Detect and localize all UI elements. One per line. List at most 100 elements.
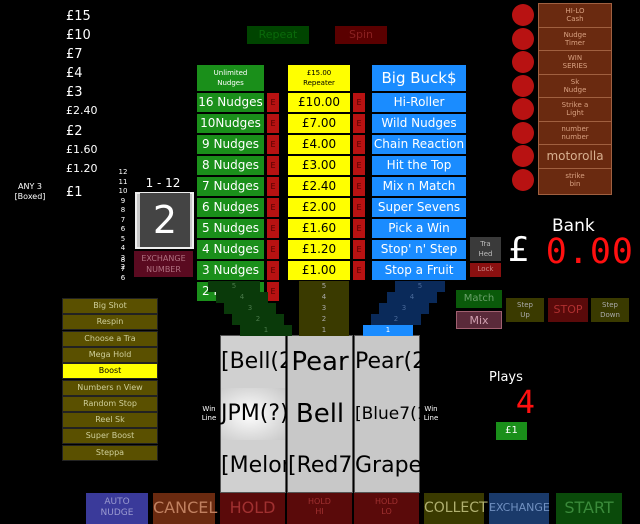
feature-list-4[interactable]: Boost — [62, 363, 158, 380]
step-down-button[interactable]: Step Down — [591, 298, 629, 322]
nudge-option-1[interactable]: 10Nudges — [196, 113, 265, 134]
cash-option-1[interactable]: £7.00 — [287, 113, 351, 134]
stake-button[interactable]: £1 — [496, 422, 527, 440]
feature-option-2[interactable]: Chain Reaction — [371, 134, 467, 155]
auto-nudge-line1: AUTO — [104, 497, 130, 507]
number-ladder-2: 10 — [118, 187, 128, 195]
cash-option-0[interactable]: £10.00 — [287, 92, 351, 113]
prize-6: £2 — [66, 124, 83, 139]
feature-option-1[interactable]: Wild Nudges — [371, 113, 467, 134]
reel-1: [Bell(2)] JPM(?) [Melon] — [220, 335, 310, 493]
nudge-option-4[interactable]: 7 Nudges — [196, 176, 265, 197]
cash-lamp-8: E — [352, 260, 366, 281]
start-button[interactable]: START — [556, 493, 622, 524]
match-button[interactable]: Match — [456, 290, 502, 308]
bank-currency: £ — [508, 230, 530, 270]
cash-lamp-3: E — [352, 155, 366, 176]
feature-list-5[interactable]: Numbers n View — [62, 379, 158, 396]
cash-option-7[interactable]: £1.20 — [287, 239, 351, 260]
feature-list-9[interactable]: Steppa — [62, 444, 158, 461]
nudge_steps_right-1: 4 — [387, 292, 437, 303]
right-panel-item-7[interactable]: strike bin — [538, 167, 612, 195]
nudge-option-2[interactable]: 9 Nudges — [196, 134, 265, 155]
win-line-right-2: Line — [423, 414, 439, 422]
cash-option-6[interactable]: £1.60 — [287, 218, 351, 239]
lock-button[interactable]: Lock — [470, 263, 501, 277]
mix-button[interactable]: Mix — [456, 311, 502, 329]
feature-option-6[interactable]: Pick a Win — [371, 218, 467, 239]
reel-2: Pear Bell [Red7] — [287, 335, 361, 493]
win-line-right: Win Line — [421, 405, 441, 423]
one-to-twelve-label: 1 - 12 — [145, 176, 181, 190]
hold-lo-button[interactable]: HOLD LO — [354, 493, 419, 524]
reel-3-bot: Grapes — [355, 453, 434, 478]
right-panel-lamp-1 — [512, 27, 534, 50]
feature-list-7[interactable]: Reel Sk — [62, 412, 158, 429]
nudge-option-3[interactable]: 8 Nudges — [196, 155, 265, 176]
hold-hi-button[interactable]: HOLD HI — [287, 493, 352, 524]
reel-3-mid: [Blue7(1)] — [355, 404, 441, 424]
nudge_steps_mid-1: 4 — [299, 292, 349, 303]
prize-2: £7 — [66, 47, 83, 62]
win-line-left: Win Line — [199, 405, 219, 423]
cancel-button[interactable]: CANCEL — [153, 493, 217, 524]
step-up-button[interactable]: Step Up — [506, 298, 544, 322]
cash-option-8[interactable]: £1.00 — [287, 260, 351, 281]
feature-option-5[interactable]: Super Sevens — [371, 197, 467, 218]
cash-lamp-5: E — [352, 197, 366, 218]
feature-option-3[interactable]: Hit the Top — [371, 155, 467, 176]
nudge-option-6[interactable]: 5 Nudges — [196, 218, 265, 239]
cash-option-4[interactable]: £2.40 — [287, 176, 351, 197]
feature-option-8[interactable]: Stop a Fruit — [371, 260, 467, 281]
big-bucks-header: Big Buck$ — [371, 64, 467, 92]
repeater-amount: £15.00 — [306, 69, 332, 77]
nudge-option-7[interactable]: 4 Nudges — [196, 239, 265, 260]
nudge-lamp-2: E — [266, 134, 280, 155]
nudge_steps_right-0: 5 — [395, 281, 445, 292]
nudge_steps_left-0: 5 — [208, 281, 260, 292]
cash-option-3[interactable]: £3.00 — [287, 155, 351, 176]
cash-lamp-6: E — [352, 218, 366, 239]
feature-option-0[interactable]: Hi-Roller — [371, 92, 467, 113]
win-line-right-1: Win — [424, 405, 438, 413]
prize-1: £10 — [66, 28, 91, 43]
transfer-button[interactable]: Tra Hed — [470, 237, 501, 261]
hold-lo-line2: LO — [381, 507, 392, 516]
hold-button[interactable]: HOLD — [220, 493, 285, 524]
repeat-button[interactable]: Repeat — [247, 26, 309, 44]
nudge-option-5[interactable]: 6 Nudges — [196, 197, 265, 218]
nudge-option-0[interactable]: 16 Nudges — [196, 92, 265, 113]
exchange-button[interactable]: EXCHANGE — [489, 493, 550, 524]
collect-button[interactable]: COLLECT — [424, 493, 488, 524]
auto-nudge-line2: NUDGE — [100, 508, 134, 518]
right-panel-lamp-0 — [512, 4, 534, 26]
feature-option-7[interactable]: Stop' n' Step — [371, 239, 467, 260]
feature-list-2[interactable]: Choose a Tra — [62, 330, 158, 347]
feature-option-4[interactable]: Mix n Match — [371, 176, 467, 197]
any3-line2: [Boxed] — [14, 192, 46, 201]
nudge_steps_left-1: 4 — [216, 292, 268, 303]
nudge-lamp-6: E — [266, 218, 280, 239]
spin-button[interactable]: Spin — [335, 26, 387, 44]
any3-line1: ANY 3 — [18, 182, 42, 191]
nudge_steps_mid-3: 2 — [299, 314, 349, 325]
nudge_steps_right-3: 2 — [371, 314, 421, 325]
stop-button[interactable]: STOP — [548, 298, 588, 322]
nudge_steps_right-4: 1 — [363, 325, 413, 336]
nudge_steps_mid-2: 3 — [299, 303, 349, 314]
nudge_steps_right-2: 3 — [379, 303, 429, 314]
win-line-left-2: Line — [201, 414, 217, 422]
feature-list-3[interactable]: Mega Hold — [62, 346, 158, 363]
feature-list-0[interactable]: Big Shot — [62, 298, 158, 314]
feature-list-8[interactable]: Super Boost — [62, 428, 158, 445]
hold-hi-line1: HOLD — [308, 497, 331, 506]
cash-option-5[interactable]: £2.00 — [287, 197, 351, 218]
nudge-option-8[interactable]: 3 Nudges — [196, 260, 265, 281]
auto-nudge-button[interactable]: AUTO NUDGE — [86, 493, 148, 524]
cash-option-2[interactable]: £4.00 — [287, 134, 351, 155]
nudge-lamp-8: E — [266, 260, 280, 281]
reel-3: Pear(2) [Blue7(1)] Grapes — [354, 335, 441, 493]
exchange-number-button[interactable]: EXCHANGE NUMBER — [134, 251, 193, 277]
feature-list-6[interactable]: Random Stop — [62, 395, 158, 412]
feature-list-1[interactable]: Respin — [62, 314, 158, 331]
